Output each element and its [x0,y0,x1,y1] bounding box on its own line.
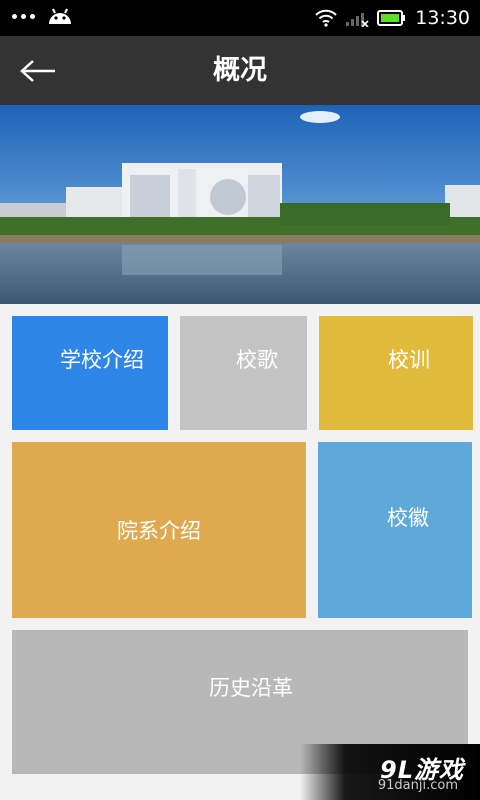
tile-history-label: 历史沿革 [209,676,293,700]
wifi-icon [315,9,337,27]
tile-departments[interactable]: 院系介绍 [12,442,306,618]
android-icon [49,8,71,24]
tile-school-intro[interactable]: 学校介绍 [12,316,168,430]
title-bar: 概况 [0,36,480,105]
signal-icon [346,13,369,27]
tile-school-motto[interactable]: 校训 [319,316,473,430]
status-bar-left [12,6,73,26]
back-button[interactable] [18,53,58,89]
tile-school-song-label: 校歌 [236,348,278,372]
tile-school-emblem[interactable]: 校徽 [318,442,472,618]
status-time: 13:30 [415,7,470,29]
more-dots-icon [12,13,35,19]
status-bar: 13:30 [0,0,480,36]
tile-departments-label: 院系介绍 [117,519,201,543]
tile-school-song[interactable]: 校歌 [180,316,307,430]
watermark-url: 91danji.com [377,778,458,793]
tile-school-motto-label: 校训 [388,348,430,372]
status-bar-right: 13:30 [315,0,470,36]
tile-school-emblem-label: 校徽 [387,506,429,530]
campus-banner-image [0,105,480,304]
watermark-logo: 9L游戏 91danji.com [300,744,480,800]
battery-icon [377,10,406,26]
tile-school-intro-label: 学校介绍 [60,348,144,372]
page-title: 概况 [213,55,267,86]
arrow-left-icon [20,60,55,82]
